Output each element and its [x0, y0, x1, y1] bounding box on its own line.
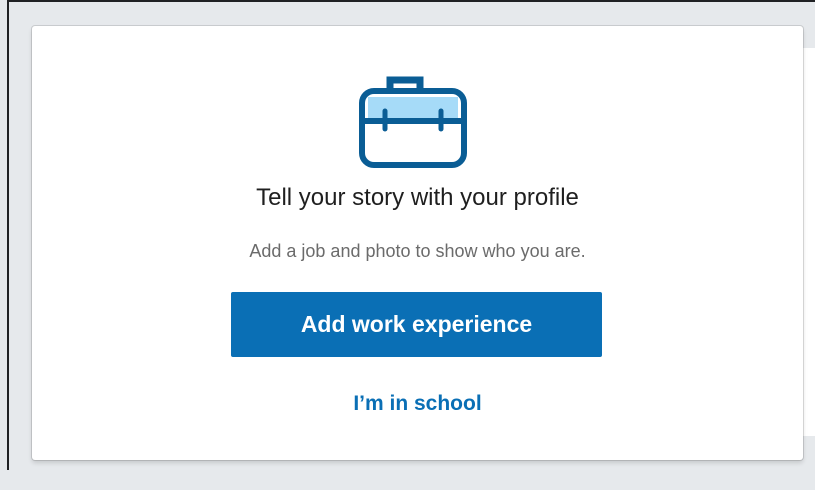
page-background: Tell your story with your profile Add a … — [0, 0, 815, 490]
profile-prompt-title: Tell your story with your profile — [256, 184, 579, 211]
add-work-experience-button[interactable]: Add work experience — [231, 292, 602, 357]
window-left-border — [7, 0, 9, 490]
page-bottom-strip — [0, 470, 815, 490]
profile-prompt-card: Tell your story with your profile Add a … — [32, 26, 803, 460]
im-in-school-link[interactable]: I’m in school — [32, 389, 803, 419]
profile-prompt-subtitle: Add a job and photo to show who you are. — [249, 241, 586, 261]
window-top-border — [7, 0, 815, 2]
right-panel-edge — [803, 48, 815, 436]
briefcase-icon — [355, 57, 471, 173]
